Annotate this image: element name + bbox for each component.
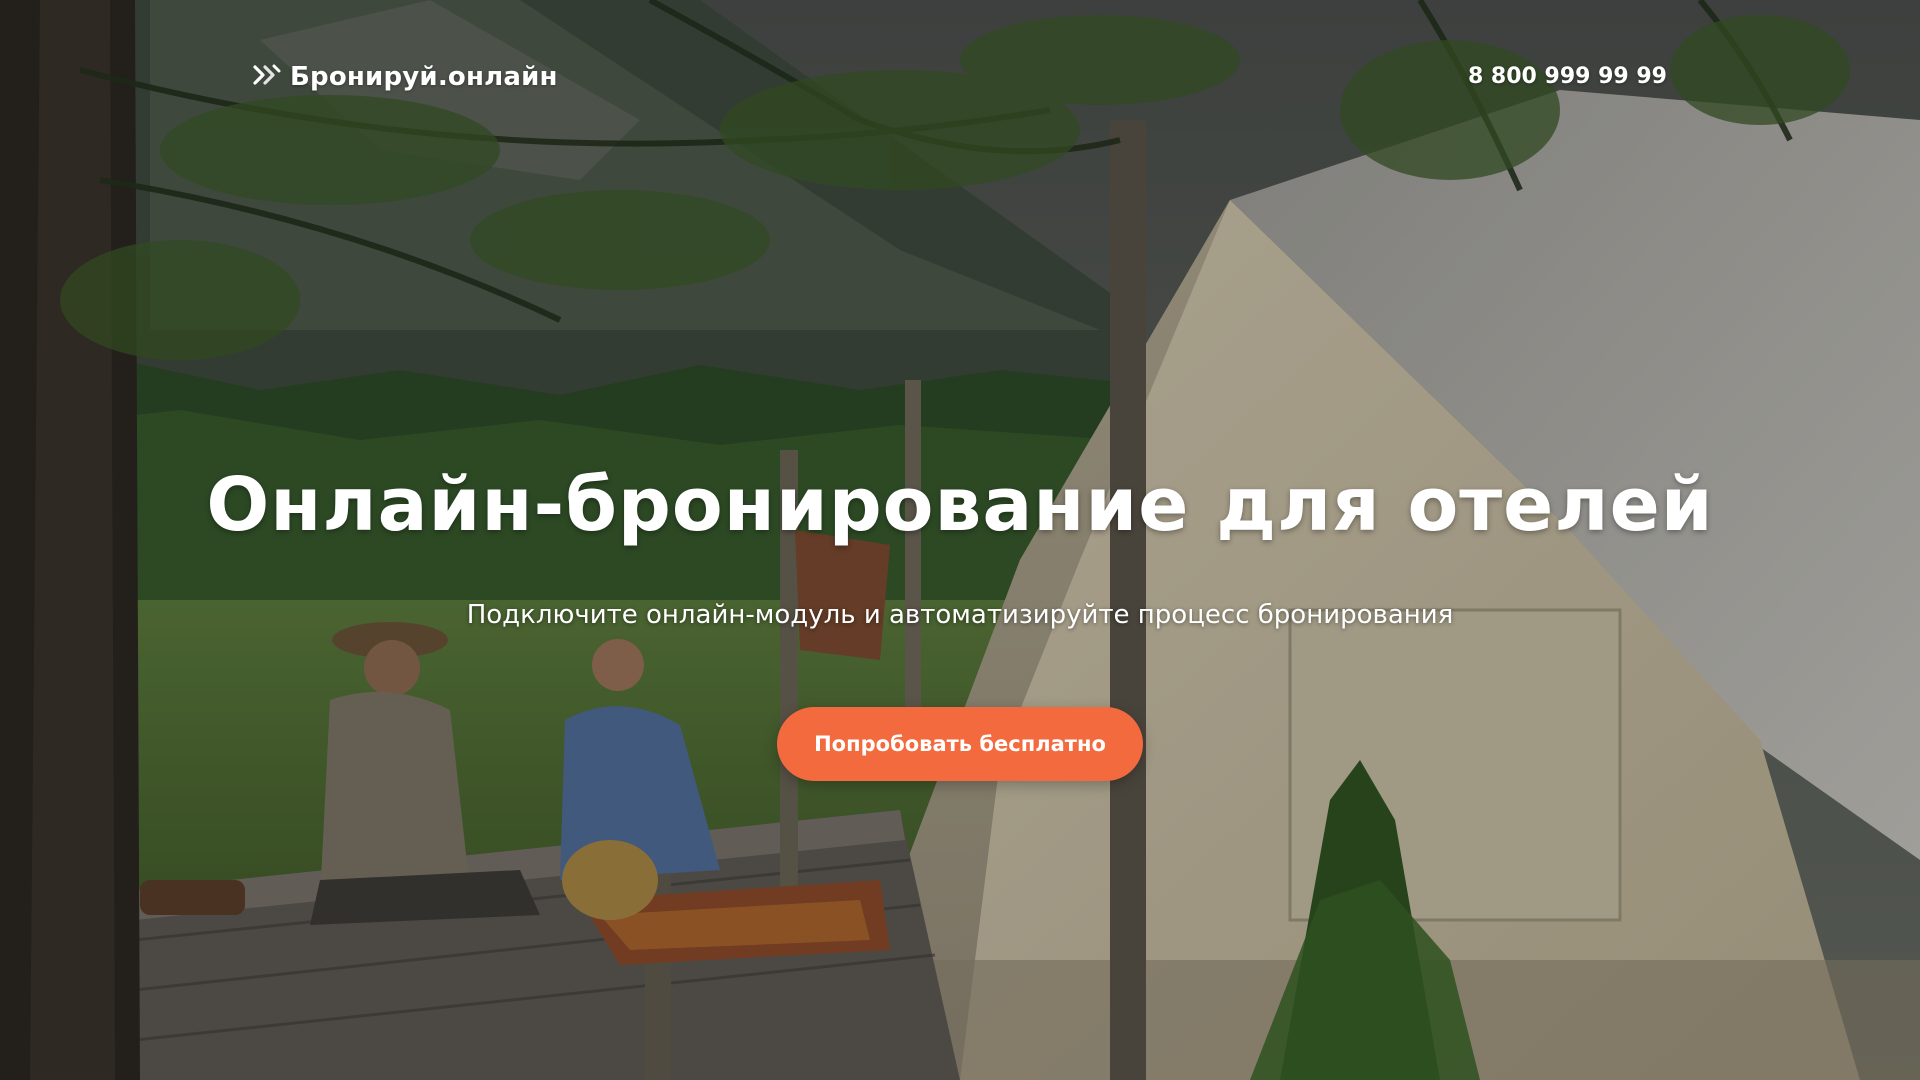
hero-section: Бронируй.онлайн 8 800 999 99 99 Онлайн-б… [0, 0, 1920, 1080]
brand-logo-link[interactable]: Бронируй.онлайн [252, 62, 558, 92]
try-free-button[interactable]: Попробовать бесплатно [777, 707, 1143, 781]
hero-content: Онлайн-бронирование для отелей Подключит… [0, 455, 1920, 781]
hero-title: Онлайн-бронирование для отелей [206, 462, 1714, 548]
hero-subtitle: Подключите онлайн-модуль и автоматизируй… [466, 600, 1454, 630]
brand-name: Бронируй.онлайн [290, 62, 558, 92]
phone-number-link[interactable]: 8 800 999 99 99 [1468, 64, 1667, 89]
site-header: Бронируй.онлайн 8 800 999 99 99 [0, 0, 1920, 160]
brand-logo-icon [253, 64, 281, 85]
